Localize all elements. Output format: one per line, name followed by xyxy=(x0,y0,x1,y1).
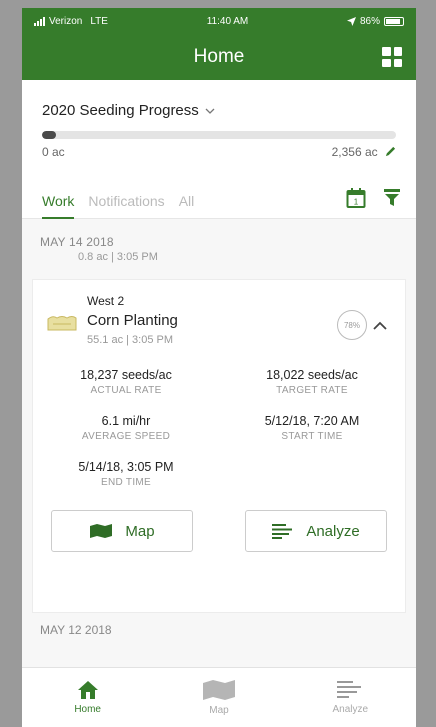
progress-end-label: 2,356 ac xyxy=(331,145,378,159)
seeding-progress: 2020 Seeding Progress 0 ac 2,356 ac xyxy=(22,80,416,159)
stat-value: 18,237 seeds/ac xyxy=(80,368,172,382)
nav-bar: Home xyxy=(22,34,416,80)
filter-icon[interactable] xyxy=(384,189,400,207)
tab-work[interactable]: Work xyxy=(42,183,75,220)
tab-all[interactable]: All xyxy=(179,183,195,219)
collapse-button[interactable] xyxy=(369,314,391,336)
tab-notifications[interactable]: Notifications xyxy=(88,183,164,219)
progress-title: 2020 Seeding Progress xyxy=(42,102,199,119)
pencil-icon[interactable] xyxy=(385,146,396,157)
battery-percent: 86% xyxy=(359,15,380,27)
stat-value: 5/12/18, 7:20 AM xyxy=(264,414,360,428)
date-header: MAY 14 2018 xyxy=(40,235,114,249)
nav-home[interactable]: Home xyxy=(48,680,128,715)
app-screen: Verizon LTE 11:40 AM 86% Home 2020 Seedi… xyxy=(22,8,416,727)
stat-actual-rate: 18,237 seeds/ac ACTUAL RATE xyxy=(33,368,219,396)
field-name: West 2 xyxy=(87,294,125,308)
progress-start-label: 0 ac xyxy=(42,145,65,159)
stat-value: 18,022 seeds/ac xyxy=(266,368,358,382)
nav-analyze[interactable]: Analyze xyxy=(310,680,390,715)
nav-home-label: Home xyxy=(74,704,101,715)
home-icon xyxy=(77,681,98,699)
stat-label: END TIME xyxy=(101,477,151,488)
stat-label: ACTUAL RATE xyxy=(90,385,162,396)
status-time: 11:40 AM xyxy=(206,15,249,27)
battery-icon xyxy=(384,16,404,26)
signal-icon xyxy=(34,16,45,26)
progress-selector[interactable]: 2020 Seeding Progress xyxy=(42,102,396,119)
location-arrow-icon xyxy=(346,16,356,26)
progress-bar xyxy=(42,131,396,139)
grid-icon[interactable] xyxy=(382,47,402,67)
date-summary: 0.8 ac | 3:05 PM xyxy=(78,251,158,263)
stat-label: AVERAGE SPEED xyxy=(81,431,171,442)
network-label: LTE xyxy=(90,15,108,27)
stat-end-time: 5/14/18, 3:05 PM END TIME xyxy=(33,460,219,488)
svg-text:1: 1 xyxy=(354,198,359,207)
calendar-icon[interactable]: 1 xyxy=(346,187,366,209)
operation-card: West 2 Corn Planting 55.1 ac | 3:05 PM 7… xyxy=(32,279,406,613)
map-icon xyxy=(202,680,235,700)
status-bar: Verizon LTE 11:40 AM 86% xyxy=(22,8,416,34)
stat-label: TARGET RATE xyxy=(276,385,348,396)
stat-average-speed: 6.1 mi/hr AVERAGE SPEED xyxy=(33,414,219,442)
completion-ring: 78% xyxy=(337,310,367,340)
stat-value: 6.1 mi/hr xyxy=(101,414,151,428)
map-button[interactable]: Map xyxy=(51,510,193,552)
bottom-nav: Home Map Analyze xyxy=(22,667,416,727)
stat-start-time: 5/12/18, 7:20 AM START TIME xyxy=(219,414,405,442)
work-feed: MAY 14 2018 0.8 ac | 3:05 PM West 2 Corn… xyxy=(22,219,416,673)
analyze-button-label: Analyze xyxy=(306,522,360,540)
chevron-up-icon xyxy=(373,321,387,330)
feed-tabs: Work Notifications All 1 xyxy=(22,183,416,220)
date-header: MAY 12 2018 xyxy=(40,623,112,637)
progress-bar-fill xyxy=(42,131,57,139)
nav-map[interactable]: Map xyxy=(179,679,259,716)
map-icon xyxy=(90,524,113,538)
completion-percent: 78% xyxy=(343,320,360,330)
analyze-icon xyxy=(337,681,362,698)
carrier-label: Verizon xyxy=(49,15,83,27)
page-title: Home xyxy=(193,46,245,67)
analyze-icon xyxy=(272,524,293,539)
nav-map-label: Map xyxy=(209,705,229,716)
operation-stats: 18,237 seeds/ac ACTUAL RATE 18,022 seeds… xyxy=(33,368,405,488)
chevron-down-icon xyxy=(205,108,215,114)
stat-value: 5/14/18, 3:05 PM xyxy=(78,460,174,474)
field-icon xyxy=(47,316,77,331)
stat-target-rate: 18,022 seeds/ac TARGET RATE xyxy=(219,368,405,396)
nav-analyze-label: Analyze xyxy=(332,704,369,715)
analyze-button[interactable]: Analyze xyxy=(245,510,387,552)
map-button-label: Map xyxy=(125,522,155,540)
stat-label: START TIME xyxy=(281,431,343,442)
